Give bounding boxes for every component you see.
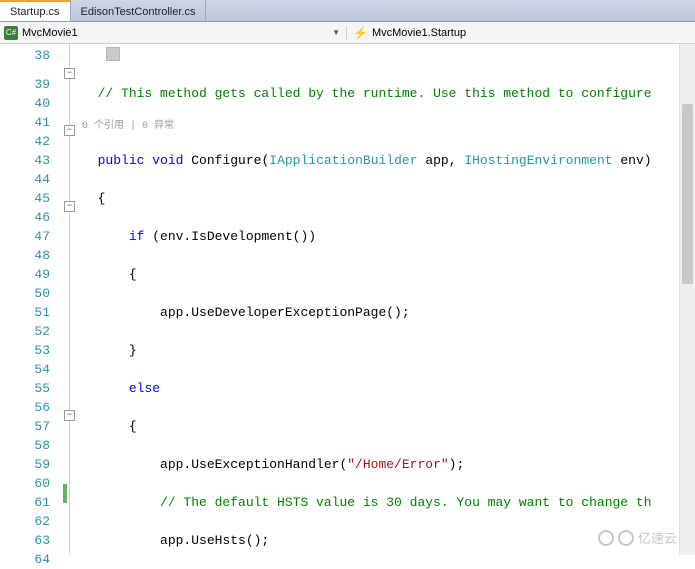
context-class-label: MvcMovie1.Startup [372, 27, 466, 39]
codelens-hint[interactable]: 0 个引用 | 0 异常 [82, 122, 695, 132]
watermark: 亿速云 [598, 528, 677, 547]
tab-edison[interactable]: EdisonTestController.cs [71, 0, 207, 21]
fold-toggle[interactable]: − [64, 201, 75, 212]
fold-toggle[interactable]: − [64, 125, 75, 136]
context-class-dropdown[interactable]: ⚡ MvcMovie1.Startup [346, 26, 695, 40]
scroll-thumb[interactable] [682, 104, 693, 284]
watermark-text: 亿速云 [638, 528, 677, 547]
watermark-logo-icon [598, 530, 614, 546]
edit-cursor-icon [106, 47, 120, 61]
change-marker [63, 484, 67, 503]
fold-toggle[interactable]: − [64, 410, 75, 421]
vertical-scrollbar[interactable] [679, 44, 695, 555]
code-content[interactable]: // This method gets called by the runtim… [82, 44, 695, 555]
context-project-label: MvcMovie1 [22, 27, 78, 39]
tab-startup[interactable]: Startup.cs [0, 0, 71, 21]
csharp-icon: C# [4, 26, 18, 40]
chevron-down-icon: ▼ [332, 28, 340, 37]
fold-column: − − − − [62, 44, 82, 555]
context-bar: C# MvcMovie1 ▼ ⚡ MvcMovie1.Startup [0, 22, 695, 44]
code-editor[interactable]: 3839404142434445464748495051525354555657… [0, 44, 695, 555]
fold-toggle[interactable]: − [64, 68, 75, 79]
line-number-gutter: 3839404142434445464748495051525354555657… [0, 44, 62, 555]
context-project-dropdown[interactable]: C# MvcMovie1 ▼ [0, 26, 346, 40]
watermark-logo-icon [618, 530, 634, 546]
class-icon: ⚡ [353, 26, 368, 40]
tab-bar: Startup.cs EdisonTestController.cs [0, 0, 695, 22]
